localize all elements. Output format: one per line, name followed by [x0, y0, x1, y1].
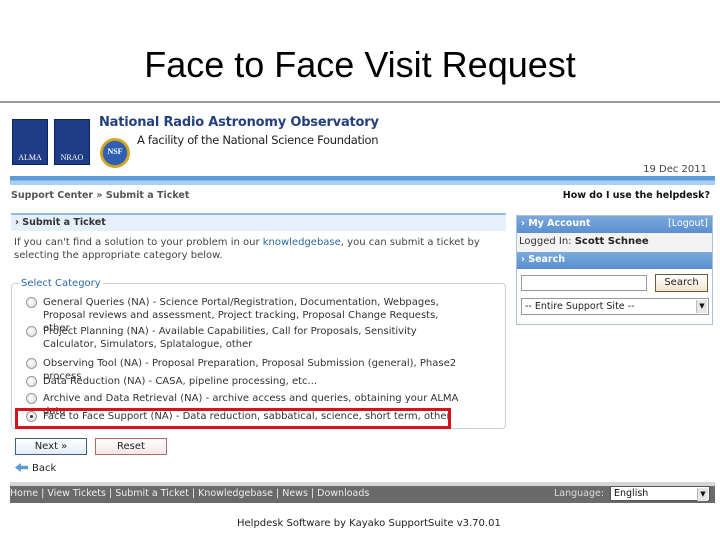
slide-title: Face to Face Visit Request [144, 44, 576, 85]
back-link[interactable]: Back [15, 463, 56, 474]
back-arrow-icon [15, 463, 28, 472]
radio-button[interactable] [26, 297, 37, 308]
my-account-header: › My Account [Logout] [517, 216, 712, 233]
alma-logo: ALMA [12, 119, 48, 165]
footer-link-knowledgebase[interactable]: Knowledgebase [198, 488, 273, 499]
footer-link-downloads[interactable]: Downloads [317, 488, 369, 499]
title-divider [0, 101, 720, 103]
username: Scott Schnee [574, 236, 649, 247]
category-option[interactable]: Project Planning (NA) - Available Capabi… [26, 325, 466, 351]
radio-button[interactable] [26, 326, 37, 337]
search-input[interactable] [521, 275, 647, 291]
intro-text: If you can't find a solution to your pro… [14, 237, 480, 261]
header-bar [10, 176, 715, 185]
category-option[interactable]: Data Reduction (NA) - CASA, pipeline pro… [26, 375, 466, 388]
footer-links: Home | View Tickets | Submit a Ticket | … [10, 488, 370, 499]
selection-highlight-box [15, 408, 451, 429]
powered-by: Helpdesk Software by Kayako SupportSuite… [237, 518, 501, 529]
footer-link-view-tickets[interactable]: View Tickets [47, 488, 106, 499]
logout-link[interactable]: [Logout] [668, 218, 708, 229]
dropdown-arrow-icon[interactable]: ▼ [697, 488, 708, 501]
radio-button[interactable] [26, 393, 37, 404]
knowledgebase-link[interactable]: knowledgebase [263, 237, 341, 248]
footer-link-news[interactable]: News [282, 488, 308, 499]
sidebar: › My Account [Logout] Logged In: Scott S… [516, 215, 713, 325]
search-scope-select[interactable]: -- Entire Support Site -- ▼ [521, 298, 709, 315]
logged-in-status: Logged In: Scott Schnee [517, 233, 712, 252]
category-legend: Select Category [19, 278, 103, 289]
radio-button[interactable] [26, 358, 37, 369]
footer-link-submit-ticket[interactable]: Submit a Ticket [115, 488, 189, 499]
search-button[interactable]: Search [655, 274, 708, 292]
next-button[interactable]: Next » [15, 438, 87, 455]
nrao-logo: NRAO [54, 119, 90, 165]
current-date: 19 Dec 2011 [643, 164, 707, 175]
submit-ticket-panel: › Submit a Ticket If you can't find a so… [11, 213, 506, 262]
org-name: National Radio Astronomy Observatory [99, 115, 379, 130]
breadcrumb[interactable]: Support Center » Submit a Ticket [11, 190, 189, 201]
language-label: Language: [554, 488, 605, 499]
radio-button[interactable] [26, 376, 37, 387]
reset-button[interactable]: Reset [95, 438, 167, 455]
footer-link-home[interactable]: Home [10, 488, 38, 499]
org-subtitle: A facility of the National Science Found… [137, 133, 379, 147]
dropdown-arrow-icon[interactable]: ▼ [696, 300, 707, 313]
panel-title: › Submit a Ticket [11, 213, 506, 231]
nsf-logo: NSF [100, 138, 130, 168]
search-header: › Search [517, 252, 712, 269]
language-select[interactable]: English ▼ [610, 486, 710, 501]
help-link[interactable]: How do I use the helpdesk? [563, 190, 710, 201]
footer-nav: Home | View Tickets | Submit a Ticket | … [10, 482, 715, 503]
search-box: Search -- Entire Support Site -- ▼ [517, 269, 712, 324]
